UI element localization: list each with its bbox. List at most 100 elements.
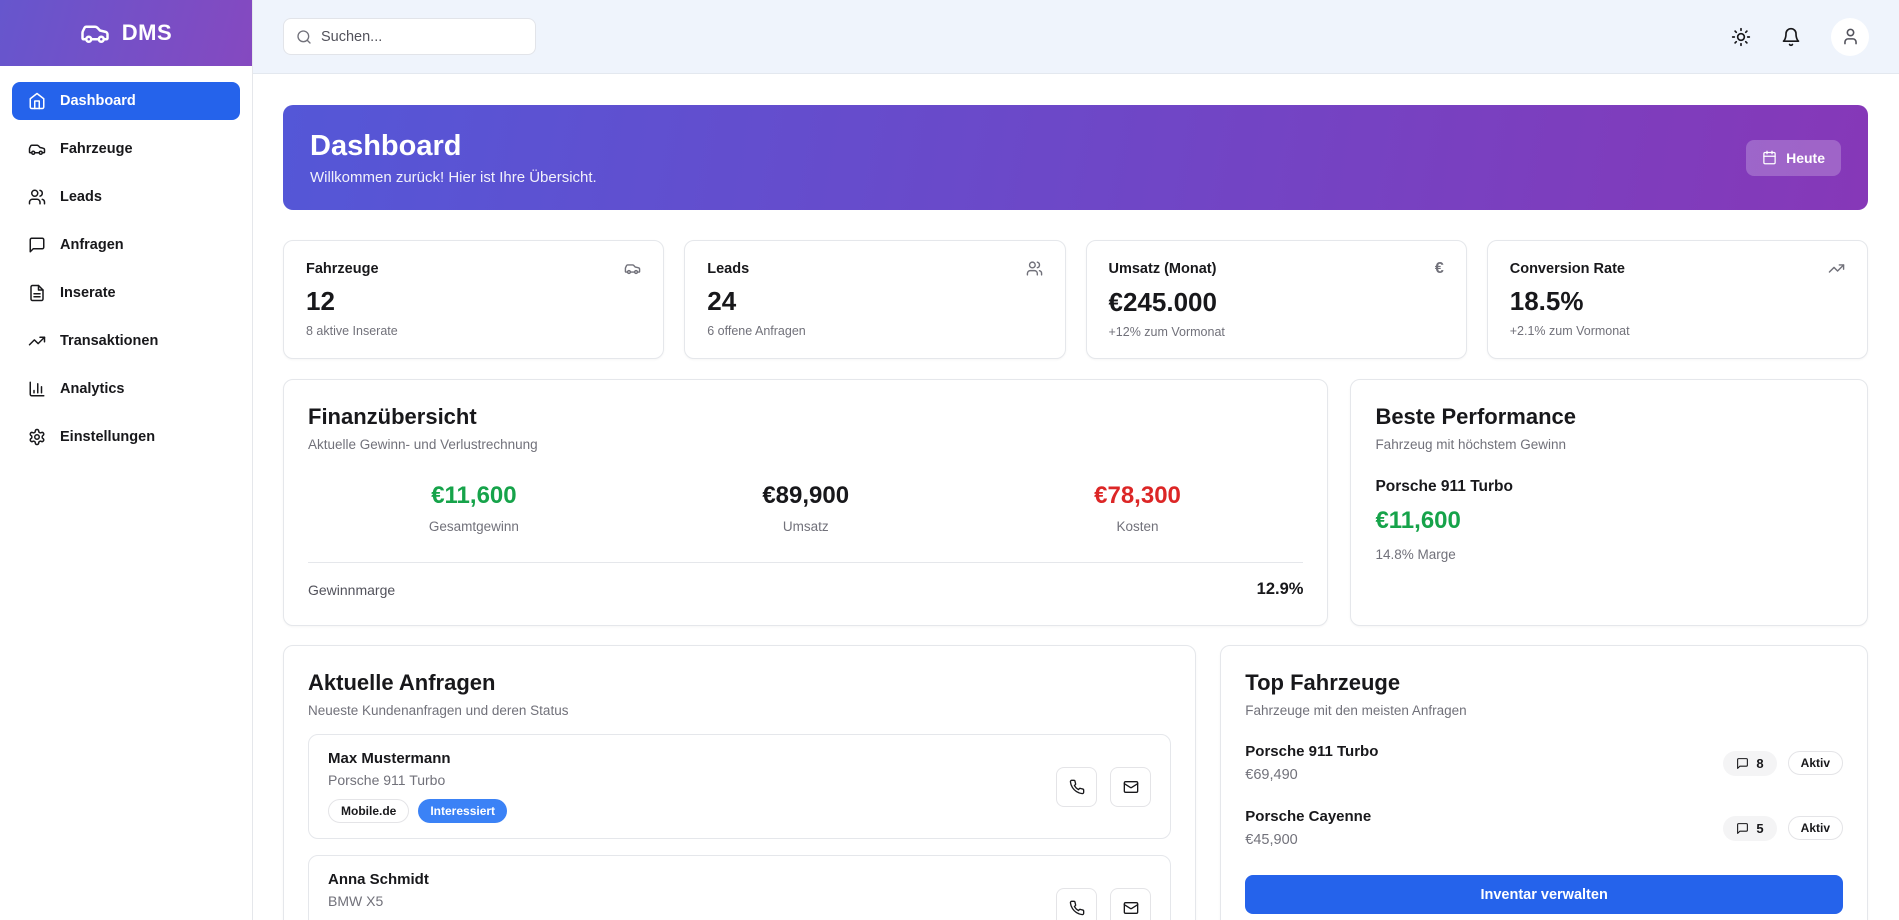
heute-button[interactable]: Heute (1746, 140, 1841, 176)
inquiry-customer-name: Anna Schmidt (328, 871, 484, 888)
theme-toggle-sun-icon[interactable] (1731, 27, 1751, 47)
home-icon (28, 92, 46, 110)
sidebar-item-label: Anfragen (60, 237, 124, 253)
source-badge: Mobile.de (328, 799, 409, 823)
stat-card-conversion: Conversion Rate 18.5% +2.1% zum Vormonat (1487, 240, 1868, 359)
finance-subtitle: Aktuelle Gewinn- und Verlustrechnung (308, 437, 1303, 452)
stat-value: 18.5% (1510, 286, 1845, 317)
phone-button[interactable] (1056, 888, 1097, 920)
page-title: Dashboard (310, 130, 597, 163)
calendar-icon (1762, 150, 1777, 165)
bar-chart-icon (28, 380, 46, 398)
finance-metric-kosten: €78,300 Kosten (972, 482, 1304, 534)
sidebar-item-dashboard[interactable]: Dashboard (12, 82, 240, 120)
performance-margin: 14.8% Marge (1375, 547, 1843, 562)
sidebar-item-inserate[interactable]: Inserate (12, 274, 240, 312)
sidebar-nav: Dashboard Fahrzeuge Leads Anfragen Inser… (0, 66, 252, 482)
inquiry-vehicle: BMW X5 (328, 893, 484, 909)
sidebar: DMS Dashboard Fahrzeuge Leads Anfragen I… (0, 0, 253, 920)
finance-card: Finanzübersicht Aktuelle Gewinn- und Ver… (283, 379, 1328, 626)
sidebar-item-fahrzeuge[interactable]: Fahrzeuge (12, 130, 240, 168)
inquiry-count-badge: 5 (1723, 816, 1776, 841)
stat-subtext: +2.1% zum Vormonat (1510, 324, 1845, 338)
stat-label: Conversion Rate (1510, 261, 1625, 277)
performance-vehicle: Porsche 911 Turbo (1375, 478, 1843, 496)
sidebar-item-label: Transaktionen (60, 333, 158, 349)
stat-label: Umsatz (Monat) (1109, 261, 1217, 277)
message-icon (1736, 822, 1749, 835)
metric-label: Kosten (972, 519, 1304, 534)
inquiries-list: Max Mustermann Porsche 911 Turbo Mobile.… (308, 734, 1171, 920)
stat-label: Leads (707, 261, 749, 277)
stat-subtext: 6 offene Anfragen (707, 324, 1042, 338)
inquiry-count: 5 (1756, 821, 1763, 836)
page-subtitle: Willkommen zurück! Hier ist Ihre Übersic… (310, 169, 597, 186)
top-vehicles-title: Top Fahrzeuge (1245, 670, 1843, 696)
stat-card-umsatz: Umsatz (Monat) € €245.000 +12% zum Vormo… (1086, 240, 1467, 359)
sidebar-item-label: Fahrzeuge (60, 141, 133, 157)
divider (308, 562, 1303, 563)
inquiry-customer-name: Max Mustermann (328, 750, 507, 767)
mail-button[interactable] (1110, 888, 1151, 920)
top-vehicles-card: Top Fahrzeuge Fahrzeuge mit den meisten … (1220, 645, 1868, 920)
inquiry-item: Anna Schmidt BMW X5 AutoScout24 Neu (308, 855, 1171, 920)
users-icon (28, 188, 46, 206)
mail-button[interactable] (1110, 767, 1151, 807)
user-avatar[interactable] (1831, 18, 1869, 56)
search-box (283, 18, 536, 55)
performance-card: Beste Performance Fahrzeug mit höchstem … (1350, 379, 1868, 626)
stat-value: 12 (306, 286, 641, 317)
status-badge: Interessiert (418, 799, 507, 823)
app-logo: DMS (0, 0, 252, 66)
page-content: Dashboard Willkommen zurück! Hier ist Ih… (253, 74, 1899, 920)
phone-icon (1069, 779, 1085, 795)
gewinnmarge-label: Gewinnmarge (308, 582, 395, 598)
vehicle-price: €45,900 (1245, 832, 1371, 848)
search-input[interactable] (321, 29, 523, 45)
hero-banner: Dashboard Willkommen zurück! Hier ist Ih… (283, 105, 1868, 210)
car-icon (624, 260, 641, 277)
finance-footer: Gewinnmarge 12.9% (308, 580, 1303, 601)
stat-subtext: +12% zum Vormonat (1109, 325, 1444, 339)
finance-metric-umsatz: €89,900 Umsatz (640, 482, 972, 534)
metric-value: €11,600 (308, 482, 640, 510)
bottom-row: Aktuelle Anfragen Neueste Kundenanfragen… (283, 645, 1868, 920)
stat-value: €245.000 (1109, 287, 1444, 318)
gewinnmarge-value: 12.9% (1257, 580, 1304, 599)
metric-value: €89,900 (640, 482, 972, 510)
phone-button[interactable] (1056, 767, 1097, 807)
vehicle-name: Porsche 911 Turbo (1245, 743, 1378, 760)
mid-row: Finanzübersicht Aktuelle Gewinn- und Ver… (283, 379, 1868, 626)
sidebar-item-label: Inserate (60, 285, 116, 301)
sidebar-item-transaktionen[interactable]: Transaktionen (12, 322, 240, 360)
inquiry-count-badge: 8 (1723, 751, 1776, 776)
heute-button-label: Heute (1786, 150, 1825, 166)
inquiries-title: Aktuelle Anfragen (308, 670, 1171, 696)
main-area: Dashboard Willkommen zurück! Hier ist Ih… (253, 0, 1899, 920)
vehicle-row: Porsche 911 Turbo €69,490 8 Aktiv (1245, 743, 1843, 783)
performance-title: Beste Performance (1375, 404, 1843, 430)
app-root: DMS Dashboard Fahrzeuge Leads Anfragen I… (0, 0, 1899, 920)
file-text-icon (28, 284, 46, 302)
notifications-bell-icon[interactable] (1781, 27, 1801, 47)
sidebar-item-leads[interactable]: Leads (12, 178, 240, 216)
sidebar-item-anfragen[interactable]: Anfragen (12, 226, 240, 264)
inquiries-card: Aktuelle Anfragen Neueste Kundenanfragen… (283, 645, 1196, 920)
inquiry-count: 8 (1756, 756, 1763, 771)
sidebar-item-analytics[interactable]: Analytics (12, 370, 240, 408)
message-icon (28, 236, 46, 254)
phone-icon (1069, 900, 1085, 916)
status-badge: Aktiv (1788, 751, 1843, 775)
users-icon (1026, 260, 1043, 277)
sidebar-item-label: Leads (60, 189, 102, 205)
inquiry-item: Max Mustermann Porsche 911 Turbo Mobile.… (308, 734, 1171, 839)
vehicle-row: Porsche Cayenne €45,900 5 Aktiv (1245, 808, 1843, 848)
finance-metric-gesamtgewinn: €11,600 Gesamtgewinn (308, 482, 640, 534)
metric-label: Gesamtgewinn (308, 519, 640, 534)
stat-card-fahrzeuge: Fahrzeuge 12 8 aktive Inserate (283, 240, 664, 359)
euro-icon: € (1435, 260, 1444, 278)
sidebar-item-einstellungen[interactable]: Einstellungen (12, 418, 240, 456)
vehicle-name: Porsche Cayenne (1245, 808, 1371, 825)
inventar-verwalten-button[interactable]: Inventar verwalten (1245, 875, 1843, 914)
stats-row: Fahrzeuge 12 8 aktive Inserate Leads 24 … (283, 240, 1868, 359)
